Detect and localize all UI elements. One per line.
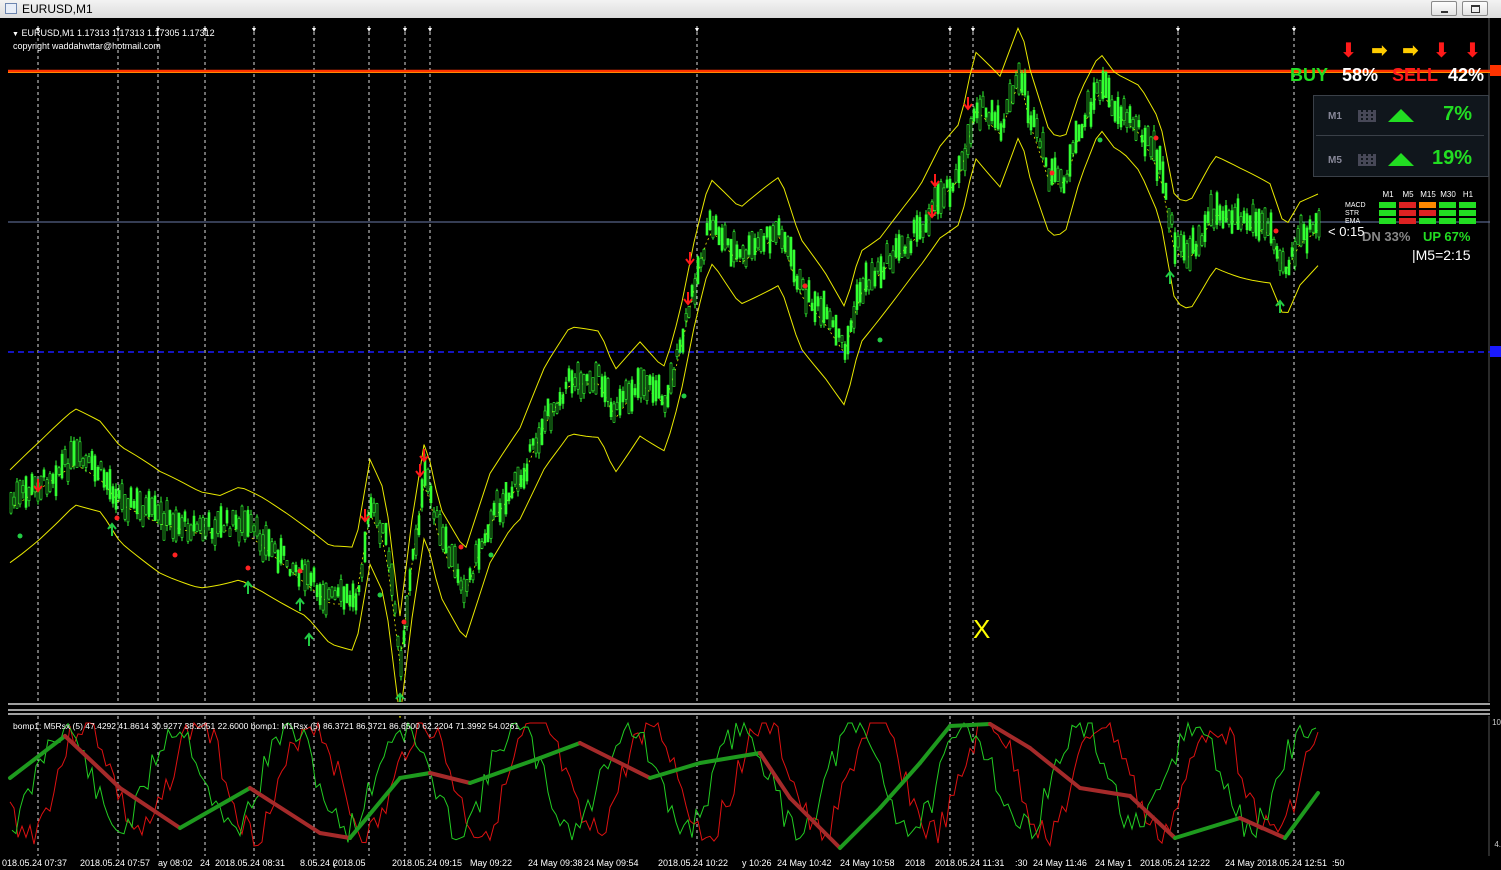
support-price-tag — [1490, 346, 1501, 357]
session-separators — [36, 26, 1296, 868]
buy-label: BUY — [1290, 65, 1329, 85]
time-label: 24 May 11:46 — [1033, 858, 1087, 868]
time-label: 24 May 09:38 — [528, 858, 583, 868]
matrix-row-macd: MACD — [1345, 202, 1366, 209]
time-label: 24 — [200, 858, 211, 868]
subwindow-indicator-label: bomp1: M5Rsx (5) 47.4292 41.8614 30.9277… — [13, 721, 520, 731]
time-label: 2018.05.24 12:22 — [1140, 858, 1211, 868]
resistance-price-tag — [1490, 65, 1501, 76]
dropdown-triangle-icon[interactable]: ▼ — [12, 31, 19, 38]
grid-icon — [1358, 110, 1376, 122]
sell-percent: 42% — [1448, 65, 1485, 85]
time-label: 24 May 10:58 — [840, 858, 895, 868]
strength-row-tf: M1 — [1328, 111, 1342, 122]
matrix-cell — [1419, 202, 1436, 208]
time-label: ay 08:02 — [158, 858, 193, 868]
bollinger-bands — [9, 26, 1319, 718]
matrix-cell — [1379, 210, 1396, 216]
grid-icon — [1358, 154, 1376, 166]
matrix-cell — [1459, 202, 1476, 208]
time-label: 2018.05.24 12:51 — [1257, 858, 1328, 868]
time-label: :30 — [1015, 858, 1028, 868]
m5-countdown: |M5=2:15 — [1412, 247, 1471, 263]
down-percent: DN 33% — [1362, 229, 1411, 244]
matrix-cell — [1439, 218, 1456, 224]
cross-marker: X — [973, 614, 990, 644]
up-triangle-icon — [1388, 109, 1414, 122]
minimize-button[interactable] — [1431, 1, 1457, 16]
time-label: 24 May 10:42 — [777, 858, 832, 868]
price-chart[interactable]: X — [0, 18, 1501, 870]
time-label: 018.05.24 07:37 — [2, 858, 68, 868]
price-scale — [1490, 18, 1501, 856]
window-title: EURUSD,M1 — [22, 2, 93, 16]
matrix-cell — [1439, 210, 1456, 216]
strength-value: 7% — [1443, 103, 1472, 125]
matrix-col-m30: M30 — [1440, 190, 1456, 199]
matrix-cell — [1459, 218, 1476, 224]
copyright-label: copyright waddahwttar@hotmail.com — [13, 41, 161, 51]
window-titlebar: EURUSD,M1 — [0, 0, 1501, 19]
matrix-cell — [1399, 202, 1416, 208]
candlesticks — [9, 62, 1321, 681]
matrix-col-h1: H1 — [1462, 190, 1474, 199]
time-label: 24 May 1 — [1095, 858, 1133, 868]
sell-label: SELL — [1392, 65, 1439, 85]
signal-markers — [17, 97, 1285, 706]
chart-window-icon — [5, 3, 17, 14]
chart-header: ▼ EURUSD,M1 1.17313 1.17313 1.17305 1.17… — [12, 28, 215, 38]
matrix-cell — [1379, 218, 1396, 224]
subwindow-scale-bottom: 4. — [1494, 840, 1501, 849]
matrix-cell — [1419, 218, 1436, 224]
time-label: y 10:26 — [742, 858, 772, 868]
time-label: 2018 — [905, 858, 926, 868]
time-label: 2018.05 — [333, 858, 366, 868]
signal-arrows: ⬇ ➡ ➡ ⬇ ⬇ — [1340, 38, 1490, 62]
arrow-down-icon: ⬇ — [1464, 38, 1481, 62]
time-label: 2018.05.24 08:31 — [215, 858, 286, 868]
arrow-down-icon: ⬇ — [1433, 38, 1450, 62]
matrix-cell — [1419, 210, 1436, 216]
time-label: 2018.05.24 07:57 — [80, 858, 151, 868]
matrix-cell — [1459, 210, 1476, 216]
time-label: 8.05.24 ( — [300, 858, 336, 868]
time-label: 2018.05.24 10:22 — [658, 858, 729, 868]
matrix-col-m15: M15 — [1420, 190, 1436, 199]
maximize-icon — [1471, 5, 1480, 13]
time-label: 24 May — [1225, 858, 1255, 868]
minimize-icon — [1441, 11, 1448, 13]
strength-row-tf: M5 — [1328, 155, 1342, 166]
time-label: May 09:22 — [470, 858, 513, 868]
subwindow-scale-top: 10 — [1492, 718, 1501, 727]
matrix-cell — [1399, 218, 1416, 224]
matrix-col-m1: M1 — [1382, 190, 1394, 199]
bar-countdown: < 0:15 — [1328, 224, 1365, 239]
maximize-button[interactable] — [1462, 1, 1488, 16]
time-label: :50 — [1332, 858, 1345, 868]
time-label: 24 May 09:54 — [584, 858, 639, 868]
rsx-subwindow[interactable] — [8, 721, 1320, 850]
strength-row-m5: M5 19% — [1318, 147, 1484, 177]
up-triangle-icon — [1388, 153, 1414, 166]
matrix-cell — [1399, 210, 1416, 216]
arrow-right-icon: ➡ — [1402, 38, 1419, 62]
time-label: 2018.05.24 09:15 — [392, 858, 463, 868]
symbol-quote-line: EURUSD,M1 1.17313 1.17313 1.17305 1.1731… — [21, 28, 215, 38]
matrix-row-str: STR — [1345, 210, 1359, 217]
time-label: 2018.05.24 11:31 — [935, 858, 1005, 868]
matrix-cell — [1439, 202, 1456, 208]
strength-row-m1: M1 7% — [1318, 103, 1484, 133]
matrix-cell — [1379, 202, 1396, 208]
up-percent: UP 67% — [1423, 229, 1471, 244]
arrow-down-icon: ⬇ — [1340, 38, 1357, 62]
matrix-col-m5: M5 — [1402, 190, 1414, 199]
buy-percent: 58% — [1342, 65, 1379, 85]
arrow-right-icon: ➡ — [1371, 38, 1388, 62]
strength-value: 19% — [1431, 147, 1472, 169]
